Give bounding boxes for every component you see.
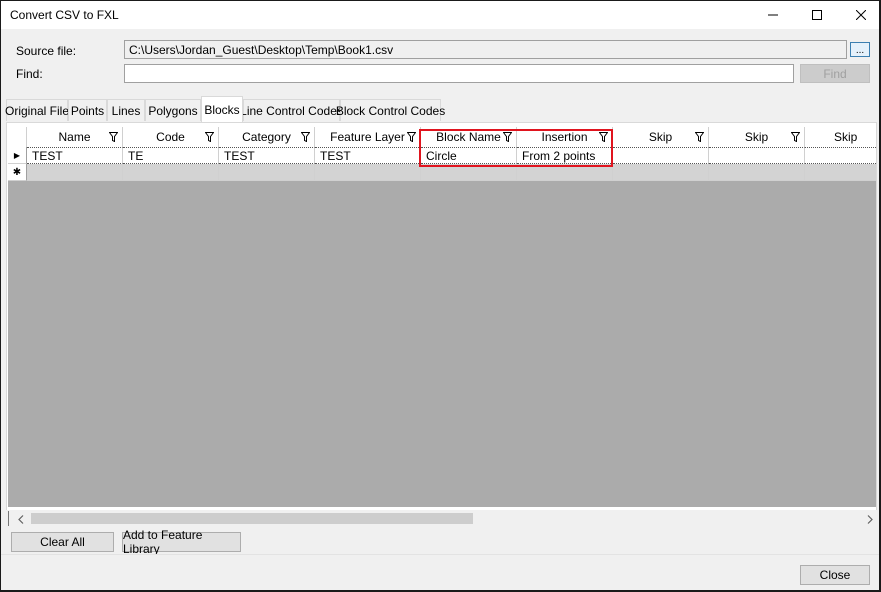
cell-skip-2[interactable] [709,147,805,164]
tab-block-control-codes[interactable]: Block Control Codes [336,99,445,121]
tab-lines[interactable]: Lines [107,99,145,121]
new-cell[interactable] [219,164,315,181]
filter-icon[interactable] [109,132,118,142]
new-cell[interactable] [517,164,613,181]
filter-icon[interactable] [301,132,310,142]
browse-button[interactable]: ... [850,42,870,57]
column-header-label: Skip [744,130,769,144]
horizontal-scrollbar[interactable] [6,510,877,527]
blocks-grid: Name Code Category Feature Layer Block N… [8,127,876,507]
header-corner[interactable] [8,127,27,147]
cell-block-name[interactable]: Circle [421,147,517,164]
tab-line-control-codes[interactable]: Line Control Codes [240,99,343,121]
column-header-insertion[interactable]: Insertion [517,127,613,147]
new-row[interactable]: ✱ [8,164,876,181]
filter-icon[interactable] [695,132,704,142]
column-header-category[interactable]: Category [219,127,315,147]
cell-category[interactable]: TEST [219,147,315,164]
window-title: Convert CSV to FXL [10,8,119,22]
tab-polygons[interactable]: Polygons [145,99,201,121]
cell-name[interactable]: TEST [27,147,123,164]
new-cell[interactable] [315,164,421,181]
column-header-label: Category [242,130,291,144]
column-header-skip-3[interactable]: Skip [805,127,876,147]
maximize-icon [812,10,822,20]
filter-icon[interactable] [599,132,608,142]
blocks-panel: Name Code Category Feature Layer Block N… [6,122,877,527]
table-row[interactable]: ▶ TEST TE TEST TEST Circle From 2 points [8,147,876,164]
column-header-block-name[interactable]: Block Name [421,127,517,147]
source-file-label: Source file: [16,44,77,58]
column-header-label: Name [58,130,91,144]
tab-original-file[interactable]: Original File [5,99,69,121]
row-pointer-icon: ▶ [13,150,21,160]
asterisk-icon: ✱ [12,166,22,178]
close-window-button[interactable] [838,1,879,29]
maximize-button[interactable] [794,1,840,29]
new-cell[interactable] [805,164,876,181]
new-cell[interactable] [709,164,805,181]
tab-blocks[interactable]: Blocks [201,96,243,122]
new-cell[interactable] [421,164,517,181]
chevron-left-icon [18,514,24,524]
source-file-field[interactable]: C:\Users\Jordan_Guest\Desktop\Temp\Book1… [124,40,847,59]
add-to-feature-library-button[interactable]: Add to Feature Library [122,528,241,556]
scroll-left-button[interactable] [15,513,27,525]
column-header-code[interactable]: Code [123,127,219,147]
cell-feature-layer[interactable]: TEST [315,147,421,164]
grid-header: Name Code Category Feature Layer Block N… [8,127,876,147]
title-bar[interactable]: Convert CSV to FXL [1,1,879,29]
column-header-label: Block Name [436,130,501,144]
new-cell[interactable] [613,164,709,181]
scroll-separator [8,511,9,526]
convert-csv-window: Convert CSV to FXL Source file: C:\Users… [0,0,881,592]
new-cell[interactable] [27,164,123,181]
cell-skip-1[interactable] [613,147,709,164]
current-row-indicator[interactable]: ▶ [8,147,27,164]
filter-icon[interactable] [503,132,512,142]
scroll-thumb[interactable] [31,513,473,524]
column-header-label: Insertion [541,130,588,144]
column-header-label: Skip [648,130,673,144]
filter-icon[interactable] [791,132,800,142]
minimize-button[interactable] [750,1,796,29]
clear-all-button[interactable]: Clear All [11,532,114,552]
find-input[interactable] [124,64,794,83]
find-label: Find: [16,67,43,81]
cell-skip-3[interactable] [805,147,876,164]
tab-points[interactable]: Points [68,99,107,121]
column-header-name[interactable]: Name [27,127,123,147]
close-icon [856,10,866,20]
footer: Close [1,554,879,590]
filter-icon[interactable] [407,132,416,142]
find-button[interactable]: Find [800,64,870,83]
new-cell[interactable] [123,164,219,181]
column-header-skip-1[interactable]: Skip [613,127,709,147]
column-header-label: Feature Layer [330,130,405,144]
chevron-right-icon [867,514,873,524]
cell-insertion[interactable]: From 2 points [517,147,613,164]
close-button[interactable]: Close [800,565,870,585]
scroll-right-button[interactable] [864,513,876,525]
column-header-label: Skip [834,130,858,144]
column-header-feature-layer[interactable]: Feature Layer [315,127,421,147]
new-row-indicator[interactable]: ✱ [8,164,27,181]
minimize-icon [768,14,778,16]
column-header-label: Code [156,130,185,144]
cell-code[interactable]: TE [123,147,219,164]
column-header-skip-2[interactable]: Skip [709,127,805,147]
filter-icon[interactable] [205,132,214,142]
